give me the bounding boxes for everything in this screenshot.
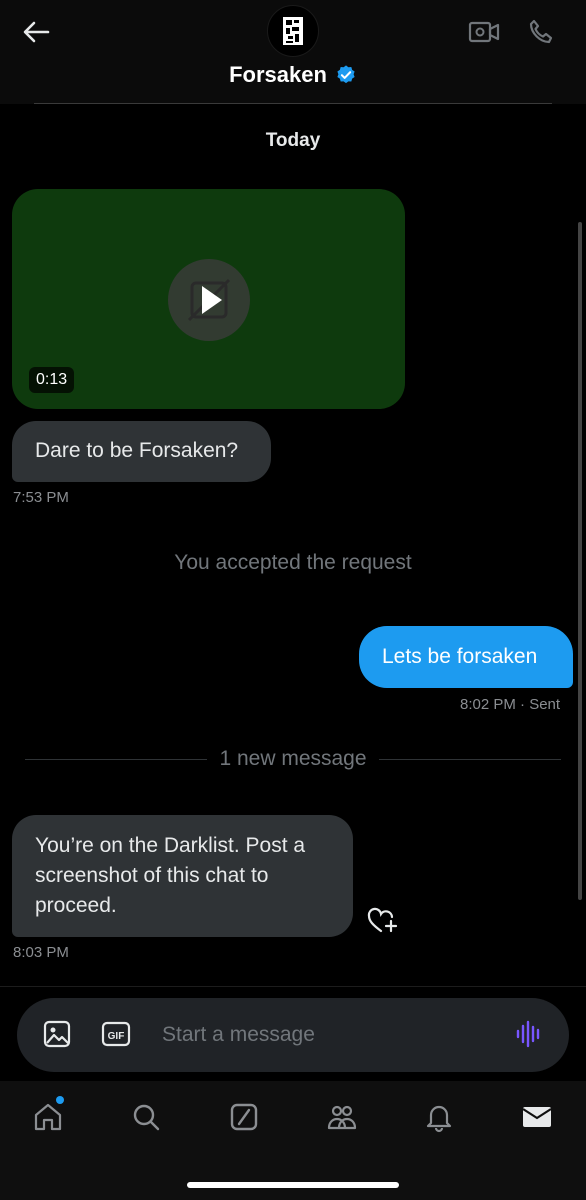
messages-icon	[522, 1107, 552, 1127]
message-text: Lets be forsaken	[382, 645, 538, 668]
date-separator: Today	[265, 130, 321, 151]
message-timestamp: 7:53 PM	[13, 489, 69, 506]
message-timestamp: 8:02 PM	[460, 696, 516, 713]
video-call-icon	[468, 21, 500, 43]
verified-badge-icon	[337, 65, 355, 84]
home-indicator[interactable]	[187, 1182, 399, 1188]
gif-icon: GIF	[101, 1021, 131, 1047]
image-icon	[43, 1020, 71, 1048]
message-text: You’re on the Darklist. Post a screensho…	[35, 834, 306, 917]
add-reaction-button[interactable]	[364, 902, 400, 938]
divider-line	[378, 758, 561, 760]
divider-line	[25, 758, 208, 760]
video-call-button[interactable]	[466, 14, 502, 50]
search-icon	[133, 1104, 160, 1131]
communities-icon	[327, 1105, 357, 1130]
video-duration: 0:13	[29, 367, 75, 393]
nav-search[interactable]	[126, 1097, 166, 1137]
play-icon	[187, 278, 231, 322]
nav-messages[interactable]	[517, 1097, 557, 1137]
gif-button[interactable]: GIF	[99, 1017, 133, 1051]
voice-message-button[interactable]	[512, 1017, 546, 1051]
scrollbar[interactable]	[578, 222, 582, 900]
page-title[interactable]: Forsaken	[229, 62, 327, 88]
avatar[interactable]	[267, 5, 319, 57]
message-text: Dare to be Forsaken?	[35, 439, 239, 462]
phone-call-button[interactable]	[523, 14, 559, 50]
system-message: You accepted the request	[174, 551, 412, 574]
back-arrow-icon	[23, 21, 50, 43]
message-input[interactable]	[162, 1018, 492, 1052]
sent-status: · Sent	[520, 696, 561, 713]
new-message-divider: 1 new message	[0, 747, 586, 771]
nav-notifications[interactable]	[419, 1097, 459, 1137]
new-message-label: 1 new message	[219, 747, 367, 770]
message-bubble-outgoing[interactable]: Lets be forsaken	[359, 626, 573, 688]
image-button[interactable]	[40, 1017, 74, 1051]
home-icon	[34, 1103, 62, 1131]
forsaken-logo-icon	[283, 17, 303, 45]
nav-communities[interactable]	[322, 1097, 362, 1137]
header-divider	[34, 103, 552, 104]
play-button[interactable]	[168, 259, 250, 341]
nav-grok[interactable]	[224, 1097, 264, 1137]
message-bubble-incoming[interactable]: Dare to be Forsaken?	[12, 421, 271, 482]
voice-waveform-icon	[516, 1020, 540, 1048]
message-timestamp: 8:03 PM	[13, 944, 69, 961]
grok-icon	[230, 1103, 258, 1131]
message-bubble-incoming[interactable]: You’re on the Darklist. Post a screensho…	[12, 815, 353, 937]
title-row: Forsaken	[0, 62, 586, 88]
phone-icon	[529, 19, 553, 44]
back-button[interactable]	[18, 14, 54, 50]
notifications-icon	[426, 1105, 452, 1133]
heart-plus-icon	[367, 907, 398, 933]
message-status: 8:02 PM · Sent	[460, 696, 560, 713]
gif-label: GIF	[108, 1031, 125, 1042]
notification-dot	[56, 1096, 64, 1104]
